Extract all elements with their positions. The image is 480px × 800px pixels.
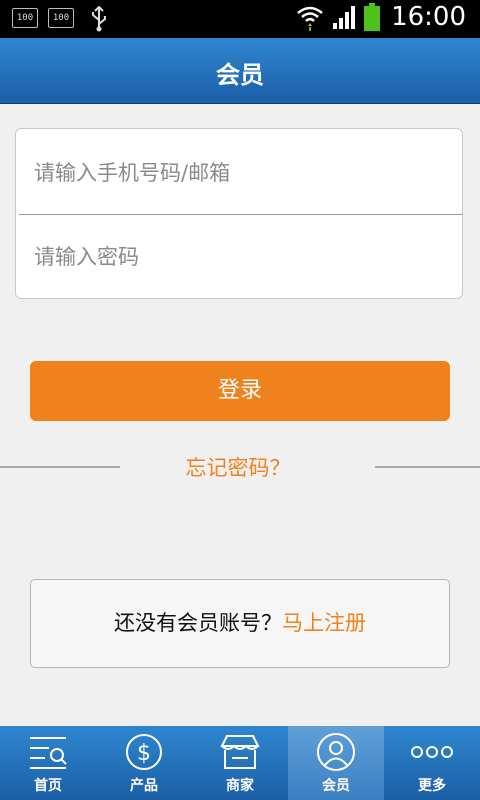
field-divider bbox=[19, 214, 463, 215]
home-list-search-icon bbox=[30, 737, 67, 769]
phone-email-input[interactable] bbox=[34, 161, 434, 185]
tab-member[interactable]: 会员 bbox=[288, 726, 384, 800]
dollar-circle-icon: $ bbox=[126, 734, 162, 770]
divider-right bbox=[375, 466, 480, 468]
tab-home[interactable]: 首页 bbox=[0, 726, 96, 800]
header-bar: 会员 bbox=[0, 38, 480, 104]
password-input[interactable] bbox=[34, 245, 434, 269]
register-prompt: 还没有会员账号？ bbox=[114, 611, 282, 635]
more-dots-icon bbox=[411, 746, 453, 758]
divider-left bbox=[0, 466, 120, 468]
tab-merchants-label: 商家 bbox=[226, 778, 254, 794]
svg-text:$: $ bbox=[137, 741, 151, 766]
user-circle-icon bbox=[317, 733, 355, 771]
register-card: 还没有会员账号？马上注册 bbox=[30, 579, 450, 668]
forgot-password-row: 忘记密码？ bbox=[0, 452, 480, 482]
tab-home-label: 首页 bbox=[34, 778, 62, 794]
forgot-password-link[interactable]: 忘记密码？ bbox=[120, 452, 356, 482]
notification-badge-100-a: 100 bbox=[12, 8, 38, 28]
bottom-tab-bar: 首页 $ 产品 商家 会员 更多 bbox=[0, 726, 480, 800]
register-link[interactable]: 马上注册 bbox=[282, 611, 366, 635]
usb-icon bbox=[92, 6, 106, 32]
tab-more-label: 更多 bbox=[418, 778, 446, 794]
signal-icon bbox=[333, 6, 356, 29]
store-icon bbox=[220, 735, 260, 769]
status-time: 16:00 bbox=[391, 2, 466, 32]
status-bar: 100 100 16:00 bbox=[0, 0, 480, 38]
tab-more[interactable]: 更多 bbox=[384, 726, 480, 800]
battery-icon bbox=[364, 3, 381, 31]
status-left: 100 100 bbox=[12, 8, 74, 28]
login-form-card bbox=[15, 128, 463, 299]
wifi-icon bbox=[297, 6, 323, 31]
tab-merchants[interactable]: 商家 bbox=[192, 726, 288, 800]
notification-badge-100-b: 100 bbox=[48, 8, 74, 28]
tab-member-label: 会员 bbox=[322, 778, 350, 794]
status-right: 16:00 bbox=[295, 2, 466, 32]
tab-products-label: 产品 bbox=[130, 778, 158, 794]
login-button[interactable]: 登录 bbox=[30, 361, 450, 421]
tab-products[interactable]: $ 产品 bbox=[96, 726, 192, 800]
page-title: 会员 bbox=[216, 61, 264, 89]
